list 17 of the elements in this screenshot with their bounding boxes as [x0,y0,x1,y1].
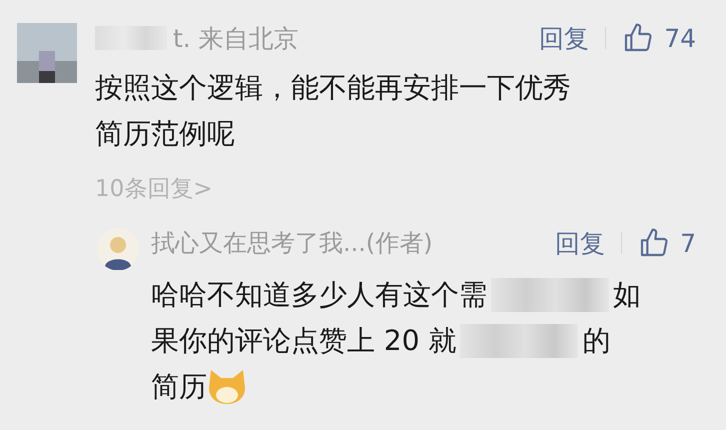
reply-text: 果你的评论点赞上 20 就 [151,323,456,359]
reply-text: 简历 [151,369,207,405]
like-count: 7 [680,228,696,258]
comment-text: 按照这个逻辑，能不能再安排一下优秀 [95,70,572,106]
thumbs-up-icon[interactable] [638,227,670,259]
thumbs-up-icon[interactable] [622,22,654,54]
reply-button[interactable]: 回复 [539,22,590,54]
comment-text: 简历范例呢 [95,116,236,152]
reply-author: 拭心又在思考了我...(作者) [151,228,433,259]
like-count: 74 [664,24,696,52]
avatar-image [97,228,139,270]
comment-author: t. 来自北京 [173,22,299,54]
reply-button[interactable]: 回复 [555,226,606,260]
avatar-image [17,23,77,83]
reply-text: 如 [613,277,641,313]
reply-text: 哈哈不知道多少人有这个需 [151,277,487,313]
reply-text: 的 [582,323,610,359]
